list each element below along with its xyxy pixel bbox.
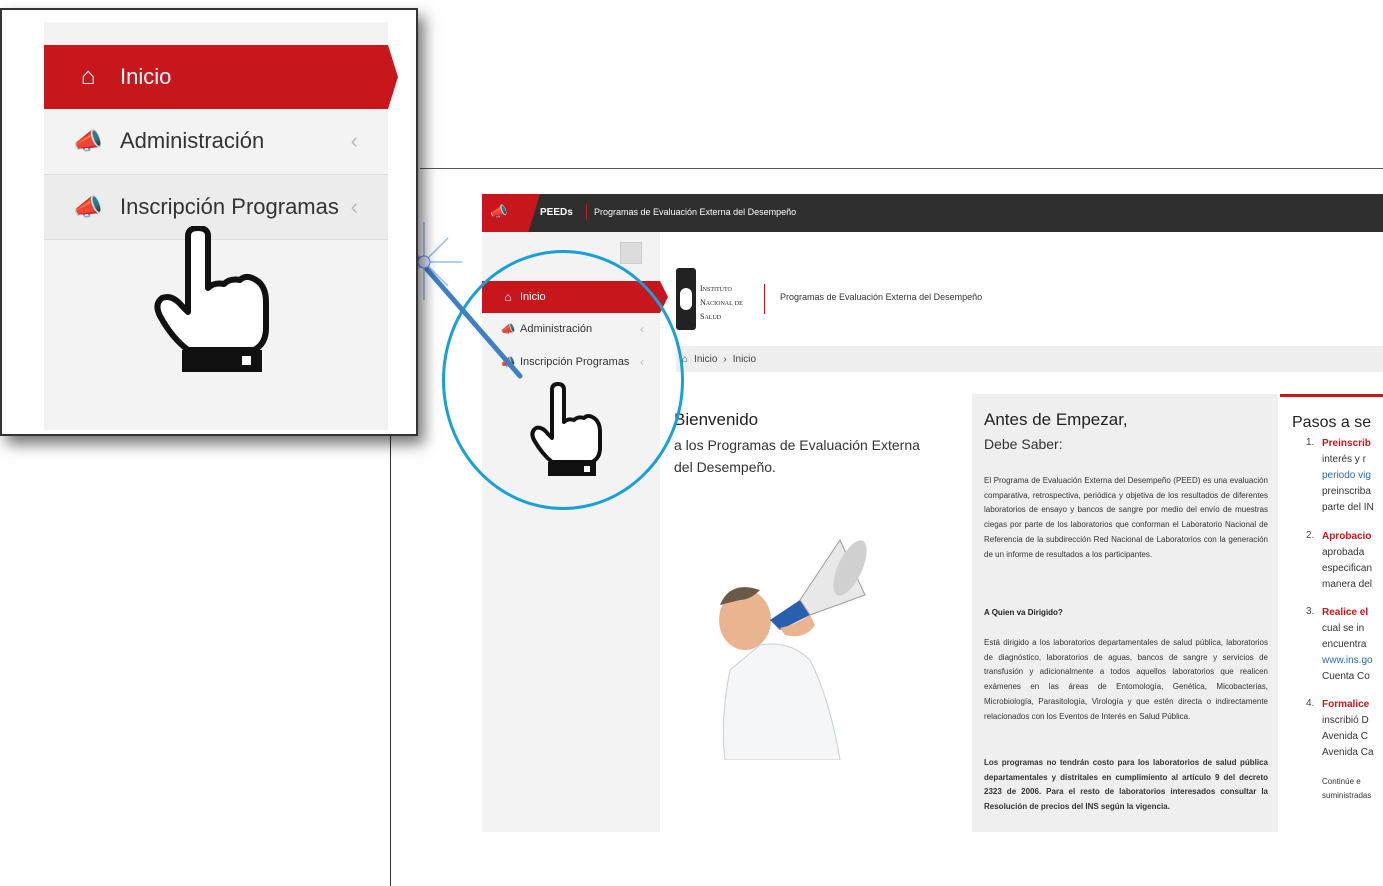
info-paragraph: Está dirigido a los laboratorios departa… <box>984 638 1268 721</box>
chevron-left-icon: ‹ <box>350 194 358 219</box>
info-heading: A Quien va Dirigido? <box>984 608 1063 617</box>
institute-name: Instituto Nacional de Salud <box>700 282 743 324</box>
step-line: encuentra <box>1322 639 1367 650</box>
zoomed-sidebar-item-administracion[interactable]: 📣 Administración ‹ <box>44 109 388 173</box>
megaphone-man-illustration <box>719 538 867 760</box>
step-line: aprobada <box>1322 547 1365 558</box>
step-footer: suministradas <box>1322 791 1372 800</box>
window-frame-top <box>420 168 1383 169</box>
sidebar-toggle-button[interactable] <box>620 242 642 264</box>
welcome-subtitle: a los Programas de Evaluación Externa de… <box>674 437 920 475</box>
step-number: 3. <box>1306 606 1315 617</box>
zoomed-sidebar-item-inicio[interactable]: ⌂ Inicio <box>44 45 388 109</box>
breadcrumb: ⌂ Inicio › Inicio <box>676 346 1383 372</box>
highlight-circle <box>442 250 684 510</box>
institute-line: Salud <box>700 312 722 321</box>
welcome-title: Bienvenido <box>674 410 759 429</box>
step-line: inscribió D <box>1322 715 1369 726</box>
step-line: Aprobacio <box>1322 531 1372 542</box>
breadcrumb-separator: › <box>723 353 727 365</box>
info-paragraph: El Programa de Evaluación Externa del De… <box>984 476 1268 559</box>
brand-subtitle: Programas de Evaluación Externa del Dese… <box>594 207 797 217</box>
brand-separator <box>586 204 587 220</box>
step-line: Avenida C <box>1322 731 1368 742</box>
ins-logo <box>676 268 696 330</box>
breadcrumb-current: Inicio <box>732 353 757 365</box>
sidebar-item-label: Inicio <box>120 64 172 89</box>
megaphone-icon: 📣 <box>73 127 103 155</box>
step-line: manera del <box>1322 579 1373 590</box>
program-title: Programas de Evaluación Externa del Dese… <box>780 292 983 302</box>
steps-title: Pasos a se <box>1292 414 1372 431</box>
step-line: especifican <box>1322 563 1373 574</box>
institute-line: Instituto <box>700 284 732 293</box>
chevron-left-icon: ‹ <box>350 128 358 153</box>
step-number: 4. <box>1306 698 1315 709</box>
step-line: cual se in <box>1322 623 1365 634</box>
pointing-hand-icon <box>154 226 269 372</box>
breadcrumb-link-inicio[interactable]: Inicio <box>694 354 717 365</box>
step-number: 1. <box>1306 437 1315 448</box>
step-link[interactable]: www.ins.go <box>1322 653 1383 669</box>
institute-line: Nacional de <box>700 298 743 307</box>
header-separator <box>764 284 765 314</box>
home-icon: ⌂ <box>80 63 96 90</box>
step-line: Cuenta Co <box>1322 671 1370 682</box>
step-line: Preinscrib <box>1322 438 1371 449</box>
active-indicator <box>388 45 398 109</box>
step-link[interactable]: periodo vig <box>1322 468 1383 484</box>
step-line: Avenida Ca <box>1322 747 1374 758</box>
step-line: Realice el <box>1322 607 1369 618</box>
brand-name[interactable]: PEEDs <box>540 207 573 218</box>
step-line: Formalice <box>1322 699 1370 710</box>
megaphone-icon: 📣 <box>490 203 508 219</box>
megaphone-icon: 📣 <box>73 193 103 221</box>
step-line: parte del IN <box>1322 502 1374 513</box>
sidebar-item-label: Inscripción Programas <box>120 194 339 219</box>
step-line: interés y r <box>1322 454 1366 465</box>
step-number: 2. <box>1306 530 1315 541</box>
step-line: preinscriba <box>1322 486 1371 497</box>
sidebar-item-label: Administración <box>120 128 265 153</box>
info-paragraph-bold: Los programas no tendrán costo para los … <box>984 758 1268 812</box>
info-title: Antes de Empezar, <box>984 410 1128 429</box>
info-subtitle: Debe Saber: <box>984 436 1063 452</box>
